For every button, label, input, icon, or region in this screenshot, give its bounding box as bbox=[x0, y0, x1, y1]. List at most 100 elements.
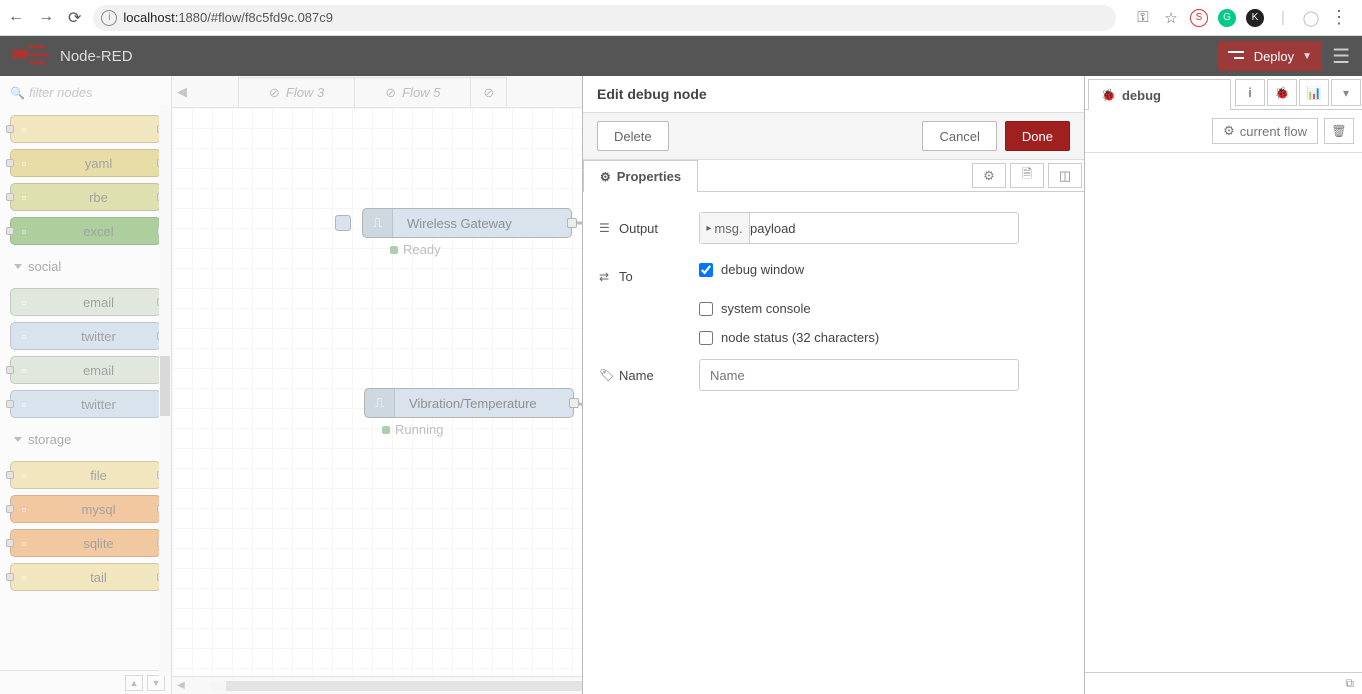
disabled-icon: ⊘ bbox=[385, 85, 396, 101]
url-text: localhost:1880/#flow/f8c5fd9c.087c9 bbox=[123, 10, 333, 25]
divider: | bbox=[1274, 9, 1292, 27]
edit-panel-title: Edit debug node bbox=[583, 76, 1084, 112]
node-appearance-button[interactable]: ◫ bbox=[1048, 163, 1082, 188]
palette-node-file[interactable]: ▫file bbox=[10, 461, 161, 489]
app-header: Node-RED Deploy ▼ ☰ bbox=[0, 36, 1362, 76]
palette-node-excel[interactable]: ▫excel bbox=[10, 217, 161, 245]
name-input[interactable] bbox=[699, 359, 1019, 391]
main-menu-button[interactable]: ☰ bbox=[1332, 44, 1350, 69]
info-tab-button[interactable]: i bbox=[1235, 79, 1265, 106]
cancel-button[interactable]: Cancel bbox=[922, 121, 996, 151]
debug-tab[interactable]: 🐞debug bbox=[1088, 79, 1231, 110]
filter-placeholder: filter nodes bbox=[29, 85, 93, 100]
sidebar-menu-button[interactable]: ▾ bbox=[1331, 79, 1361, 106]
workspace-h-scrollbar[interactable]: ◀ ▶ bbox=[172, 676, 582, 694]
delete-button[interactable]: Delete bbox=[597, 121, 669, 151]
extension-icon-3[interactable]: K bbox=[1246, 9, 1264, 27]
to-label: To bbox=[619, 269, 633, 284]
palette-node-sqlite[interactable]: ▫sqlite bbox=[10, 529, 161, 557]
profile-icon[interactable]: ◯ bbox=[1302, 9, 1320, 27]
palette-node-[interactable]: ▫ bbox=[10, 115, 161, 143]
chevron-down-icon: ▼ bbox=[1302, 51, 1312, 62]
category-social[interactable]: social bbox=[4, 251, 167, 282]
disabled-icon: ⊘ bbox=[483, 85, 494, 101]
palette-node-rbe[interactable]: ▫rbe bbox=[10, 183, 161, 211]
palette-node-twitter[interactable]: ▫twitter bbox=[10, 322, 161, 350]
palette-node-email[interactable]: ▫email bbox=[10, 356, 161, 384]
palette-scrollbar[interactable] bbox=[159, 106, 171, 676]
output-type-selector[interactable]: ▸ msg. bbox=[700, 213, 750, 243]
nodered-logo-icon bbox=[12, 45, 52, 67]
debug-window-checkbox[interactable] bbox=[699, 263, 713, 277]
reload-button[interactable]: ⟳ bbox=[68, 8, 81, 28]
node-wireless-gateway[interactable]: ⎍ Wireless Gateway bbox=[362, 208, 572, 238]
filter-icon: ⚙ bbox=[1223, 123, 1235, 139]
checkbox-label: system console bbox=[721, 301, 811, 316]
dashboard-tab-button[interactable]: 📊 bbox=[1299, 79, 1329, 106]
disabled-icon: ⊘ bbox=[269, 85, 280, 101]
node-description-button[interactable]: 🗎 bbox=[1010, 163, 1044, 188]
deploy-icon bbox=[1228, 49, 1246, 63]
url-bar[interactable]: i localhost:1880/#flow/f8c5fd9c.087c9 bbox=[93, 5, 1116, 31]
serial-icon: ⎍ bbox=[363, 209, 393, 237]
deploy-button[interactable]: Deploy ▼ bbox=[1218, 41, 1322, 71]
flow-canvas[interactable]: ⎍ Wireless Gateway Ready ⎍ Vibration/Tem… bbox=[172, 108, 582, 676]
properties-tab[interactable]: ⚙Properties bbox=[583, 160, 698, 192]
flow-tab-5[interactable]: ⊘Flow 5 bbox=[354, 77, 471, 107]
serial-icon: ⎍ bbox=[365, 389, 395, 417]
back-button[interactable]: ← bbox=[8, 8, 24, 28]
extension-icon-2[interactable]: G bbox=[1218, 9, 1236, 27]
key-icon[interactable]: ⚿ bbox=[1134, 9, 1152, 27]
app-title: Node-RED bbox=[60, 48, 133, 65]
extension-icon-1[interactable]: S bbox=[1190, 9, 1208, 27]
node-status: Ready bbox=[390, 242, 441, 257]
palette-filter-input[interactable]: 🔍 filter nodes bbox=[6, 82, 165, 103]
flow-tab-3[interactable]: ⊘Flow 3 bbox=[238, 77, 355, 107]
forward-button[interactable]: → bbox=[38, 8, 54, 28]
output-value: payload bbox=[750, 221, 796, 236]
name-label: Name bbox=[619, 368, 654, 383]
sidebar-panel: 🐞debug i 🐞 📊 ▾ ⚙current flow 🗑 ⧉ bbox=[1084, 76, 1362, 694]
node-label: Vibration/Temperature bbox=[395, 396, 551, 411]
node-vibration-temperature[interactable]: ⎍ Vibration/Temperature bbox=[364, 388, 574, 418]
browser-menu-icon[interactable]: ⋮ bbox=[1330, 9, 1348, 27]
site-info-icon[interactable]: i bbox=[101, 10, 117, 26]
output-port[interactable] bbox=[569, 398, 579, 408]
palette-node-tail[interactable]: ▫tail bbox=[10, 563, 161, 591]
checkbox-label: node status (32 characters) bbox=[721, 330, 879, 345]
palette-collapse-button[interactable]: ◀ bbox=[172, 76, 192, 107]
palette-node-twitter[interactable]: ▫twitter bbox=[10, 390, 161, 418]
flow-tab-partial[interactable]: ⊘ bbox=[470, 77, 507, 107]
debug-messages bbox=[1085, 153, 1362, 672]
node-settings-button[interactable]: ⚙ bbox=[972, 163, 1006, 188]
palette-down-button[interactable]: ▼ bbox=[147, 675, 165, 691]
debug-tab-button[interactable]: 🐞 bbox=[1267, 79, 1297, 106]
system-console-checkbox[interactable] bbox=[699, 302, 713, 316]
gear-icon: ⚙ bbox=[600, 170, 611, 184]
palette-node-mysql[interactable]: ▫mysql bbox=[10, 495, 161, 523]
node-status-checkbox[interactable] bbox=[699, 331, 713, 345]
scroll-left-button[interactable]: ◀ bbox=[172, 680, 190, 691]
tag-icon: 🏷 bbox=[599, 368, 613, 382]
clear-debug-button[interactable]: 🗑 bbox=[1324, 118, 1354, 144]
selection-handle[interactable] bbox=[335, 215, 351, 231]
category-storage[interactable]: storage bbox=[4, 424, 167, 455]
browser-toolbar: ← → ⟳ i localhost:1880/#flow/f8c5fd9c.08… bbox=[0, 0, 1362, 36]
search-icon: 🔍 bbox=[10, 86, 25, 100]
bug-icon: 🐞 bbox=[1101, 88, 1116, 102]
current-flow-filter[interactable]: ⚙current flow bbox=[1212, 118, 1318, 144]
palette-up-button[interactable]: ▲ bbox=[125, 675, 143, 691]
bookmark-star-icon[interactable]: ☆ bbox=[1162, 9, 1180, 27]
node-label: Wireless Gateway bbox=[393, 216, 526, 231]
open-window-button[interactable]: ⧉ bbox=[1345, 676, 1354, 691]
workspace: ◀ ⊘Flow 3 ⊘Flow 5 ⊘ ⎍ Wireless Gateway R… bbox=[172, 76, 582, 694]
palette-node-email[interactable]: ▫email bbox=[10, 288, 161, 316]
palette-panel: 🔍 filter nodes ▫ ▫yaml ▫rbe ▫excel social ▫em… bbox=[0, 76, 172, 694]
output-port[interactable] bbox=[567, 218, 577, 228]
palette-node-yaml[interactable]: ▫yaml bbox=[10, 149, 161, 177]
output-field[interactable]: ▸ msg. payload bbox=[699, 212, 1019, 244]
done-button[interactable]: Done bbox=[1005, 121, 1070, 151]
list-icon: ☰ bbox=[599, 221, 613, 235]
random-icon: ⇄ bbox=[599, 270, 613, 284]
edit-panel: Edit debug node Delete Cancel Done ⚙Prop… bbox=[582, 76, 1084, 694]
